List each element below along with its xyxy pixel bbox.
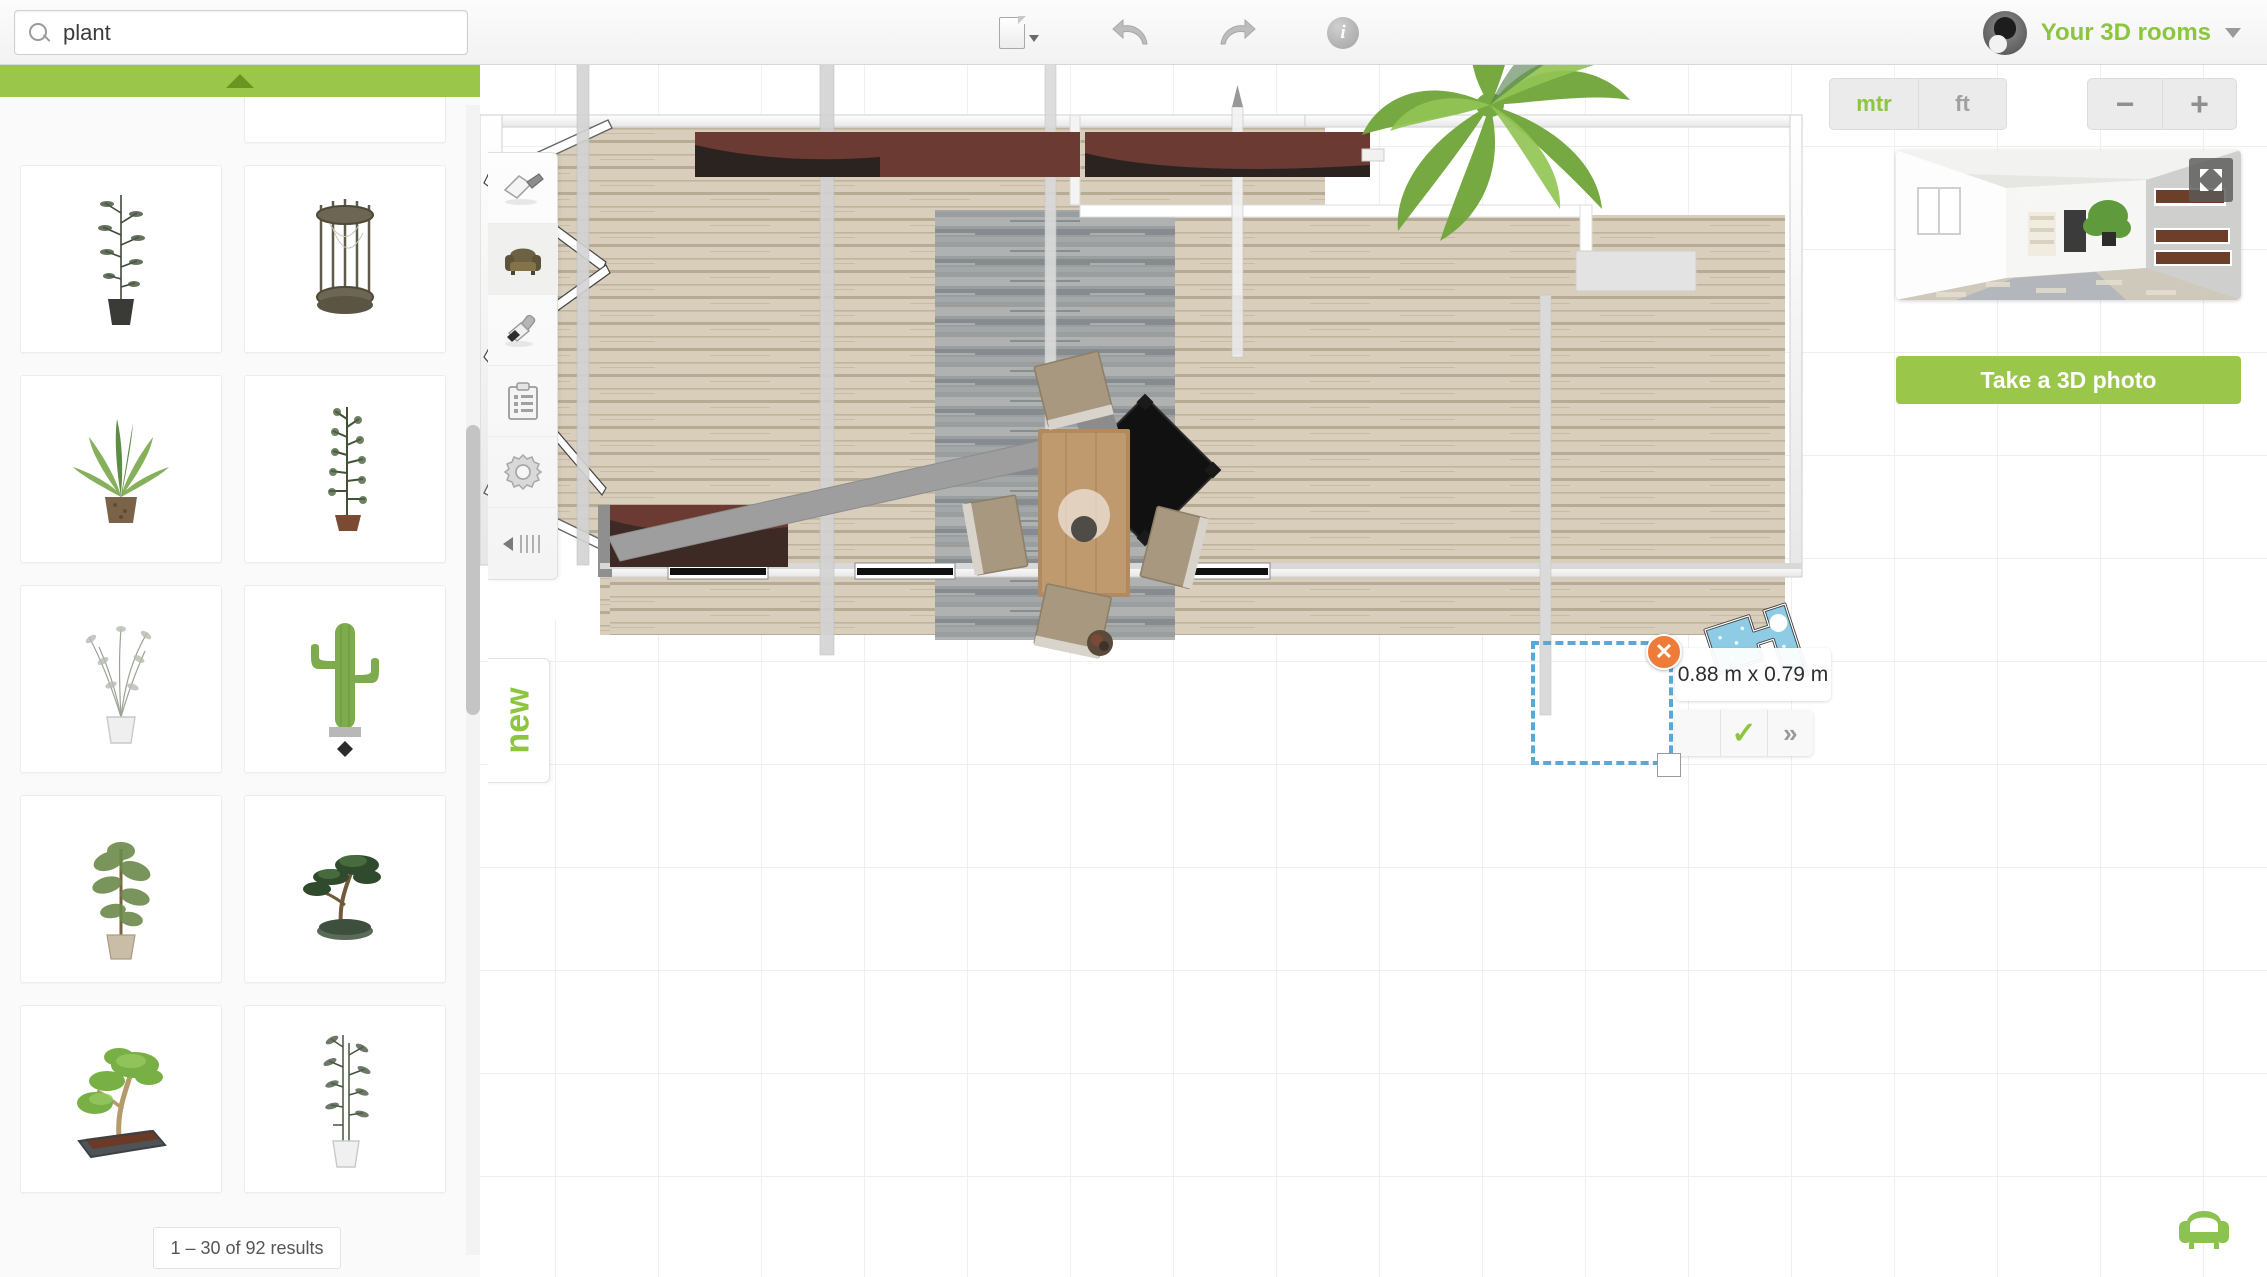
trowel-icon: [503, 173, 544, 205]
expand-arrows-icon: [2200, 169, 2222, 191]
document-icon: [999, 15, 1026, 49]
search-box[interactable]: [14, 10, 468, 55]
tool-rail: [488, 152, 558, 580]
collapse-rail-button[interactable]: [488, 508, 558, 579]
expand-preview-button[interactable]: [2189, 158, 2233, 202]
info-icon: i: [1327, 16, 1359, 49]
zoom-in-button[interactable]: +: [2162, 79, 2236, 129]
catalog-item[interactable]: [20, 375, 222, 563]
catalog-item[interactable]: [20, 795, 222, 983]
tall-leafy-thumb: [98, 195, 145, 325]
account-menu[interactable]: Your 3D rooms: [1982, 0, 2241, 65]
furniture-shortcut-button[interactable]: [2175, 1199, 2233, 1251]
unit-toggle[interactable]: mtr ft: [1829, 78, 2007, 130]
selection-close-button[interactable]: ✕: [1646, 634, 1682, 670]
search-input[interactable]: [63, 19, 455, 46]
undo-button[interactable]: [1108, 10, 1154, 56]
zoom-out-button[interactable]: −: [2088, 79, 2162, 129]
catalog-item[interactable]: [20, 1005, 222, 1193]
wire-stand-thumb: [316, 199, 374, 314]
gear-icon: [503, 453, 543, 491]
furniture-tool-button[interactable]: [488, 224, 558, 295]
unit-meters-button[interactable]: mtr: [1830, 79, 1918, 129]
app-root: ✕ 0.88 m x 0.79 m ✓ » plant i Your 3D ro…: [0, 0, 2267, 1277]
catalog-item[interactable]: [244, 795, 446, 983]
take-3d-photo-button[interactable]: Take a 3D photo: [1896, 356, 2241, 404]
catalog-grid: [0, 65, 466, 1193]
wispy-thumb: [85, 626, 152, 744]
file-menu-button[interactable]: [990, 10, 1048, 56]
collapse-icon: [503, 534, 540, 553]
results-count: 1 – 30 of 92 results: [153, 1227, 341, 1269]
catalog-panel: 1 – 30 of 92 results: [0, 65, 480, 1277]
selection-back-button[interactable]: [1675, 710, 1720, 756]
bonsai-dark-thumb: [303, 855, 381, 940]
selection-next-button[interactable]: »: [1766, 710, 1813, 756]
paintbrush-icon: [505, 314, 536, 347]
chevron-down-icon: [1029, 35, 1039, 42]
info-button[interactable]: i: [1320, 10, 1366, 56]
materials-tool-button[interactable]: [488, 295, 558, 366]
triangle-up-icon: [226, 74, 254, 88]
new-items-tab[interactable]: new: [488, 658, 550, 783]
clipboard-icon: [508, 382, 538, 420]
top-toolbar: i Your 3D rooms: [0, 0, 2267, 65]
selection-action-bar[interactable]: ✓ »: [1675, 710, 1813, 756]
unit-feet-button[interactable]: ft: [1918, 79, 2006, 129]
agave-thumb: [73, 419, 169, 523]
zoom-controls[interactable]: − +: [2087, 78, 2237, 130]
catalog-scrollbar-thumb[interactable]: [466, 425, 480, 715]
avatar: [1982, 10, 2027, 55]
chevron-down-icon: [2225, 27, 2241, 38]
catalog-item[interactable]: [20, 165, 222, 353]
dimension-tooltip: 0.88 m x 0.79 m: [1675, 648, 1831, 701]
cactus-thumb: [311, 623, 379, 757]
catalog-item[interactable]: [244, 585, 446, 773]
catalog-item[interactable]: [244, 165, 446, 353]
catalog-item[interactable]: [244, 1005, 446, 1193]
settings-tool-button[interactable]: [488, 437, 558, 508]
new-items-label: new: [499, 687, 537, 754]
3d-preview-thumbnail[interactable]: [1896, 150, 2241, 300]
armchair-icon: [2179, 1211, 2229, 1249]
account-label: Your 3D rooms: [2040, 18, 2211, 46]
build-tool-button[interactable]: [488, 153, 558, 224]
catalog-scroll-up-button[interactable]: [0, 65, 480, 97]
center-toolbar: i: [990, 0, 1366, 65]
selection-resize-handle[interactable]: [1657, 753, 1681, 777]
redo-icon: [1220, 18, 1256, 44]
selection-confirm-button[interactable]: ✓: [1720, 710, 1766, 756]
undo-icon: [1112, 18, 1148, 44]
spiky-thumb: [328, 407, 367, 531]
small-tree-thumb: [92, 842, 151, 960]
bamboo-thumb: [323, 1035, 371, 1168]
catalog-item[interactable]: [20, 585, 222, 773]
redo-button[interactable]: [1214, 10, 1260, 56]
bonsai-box-thumb: [77, 1048, 167, 1159]
list-tool-button[interactable]: [488, 366, 558, 437]
armchair-icon: [505, 248, 541, 275]
catalog-item[interactable]: [244, 375, 446, 563]
search-icon: [27, 21, 51, 45]
